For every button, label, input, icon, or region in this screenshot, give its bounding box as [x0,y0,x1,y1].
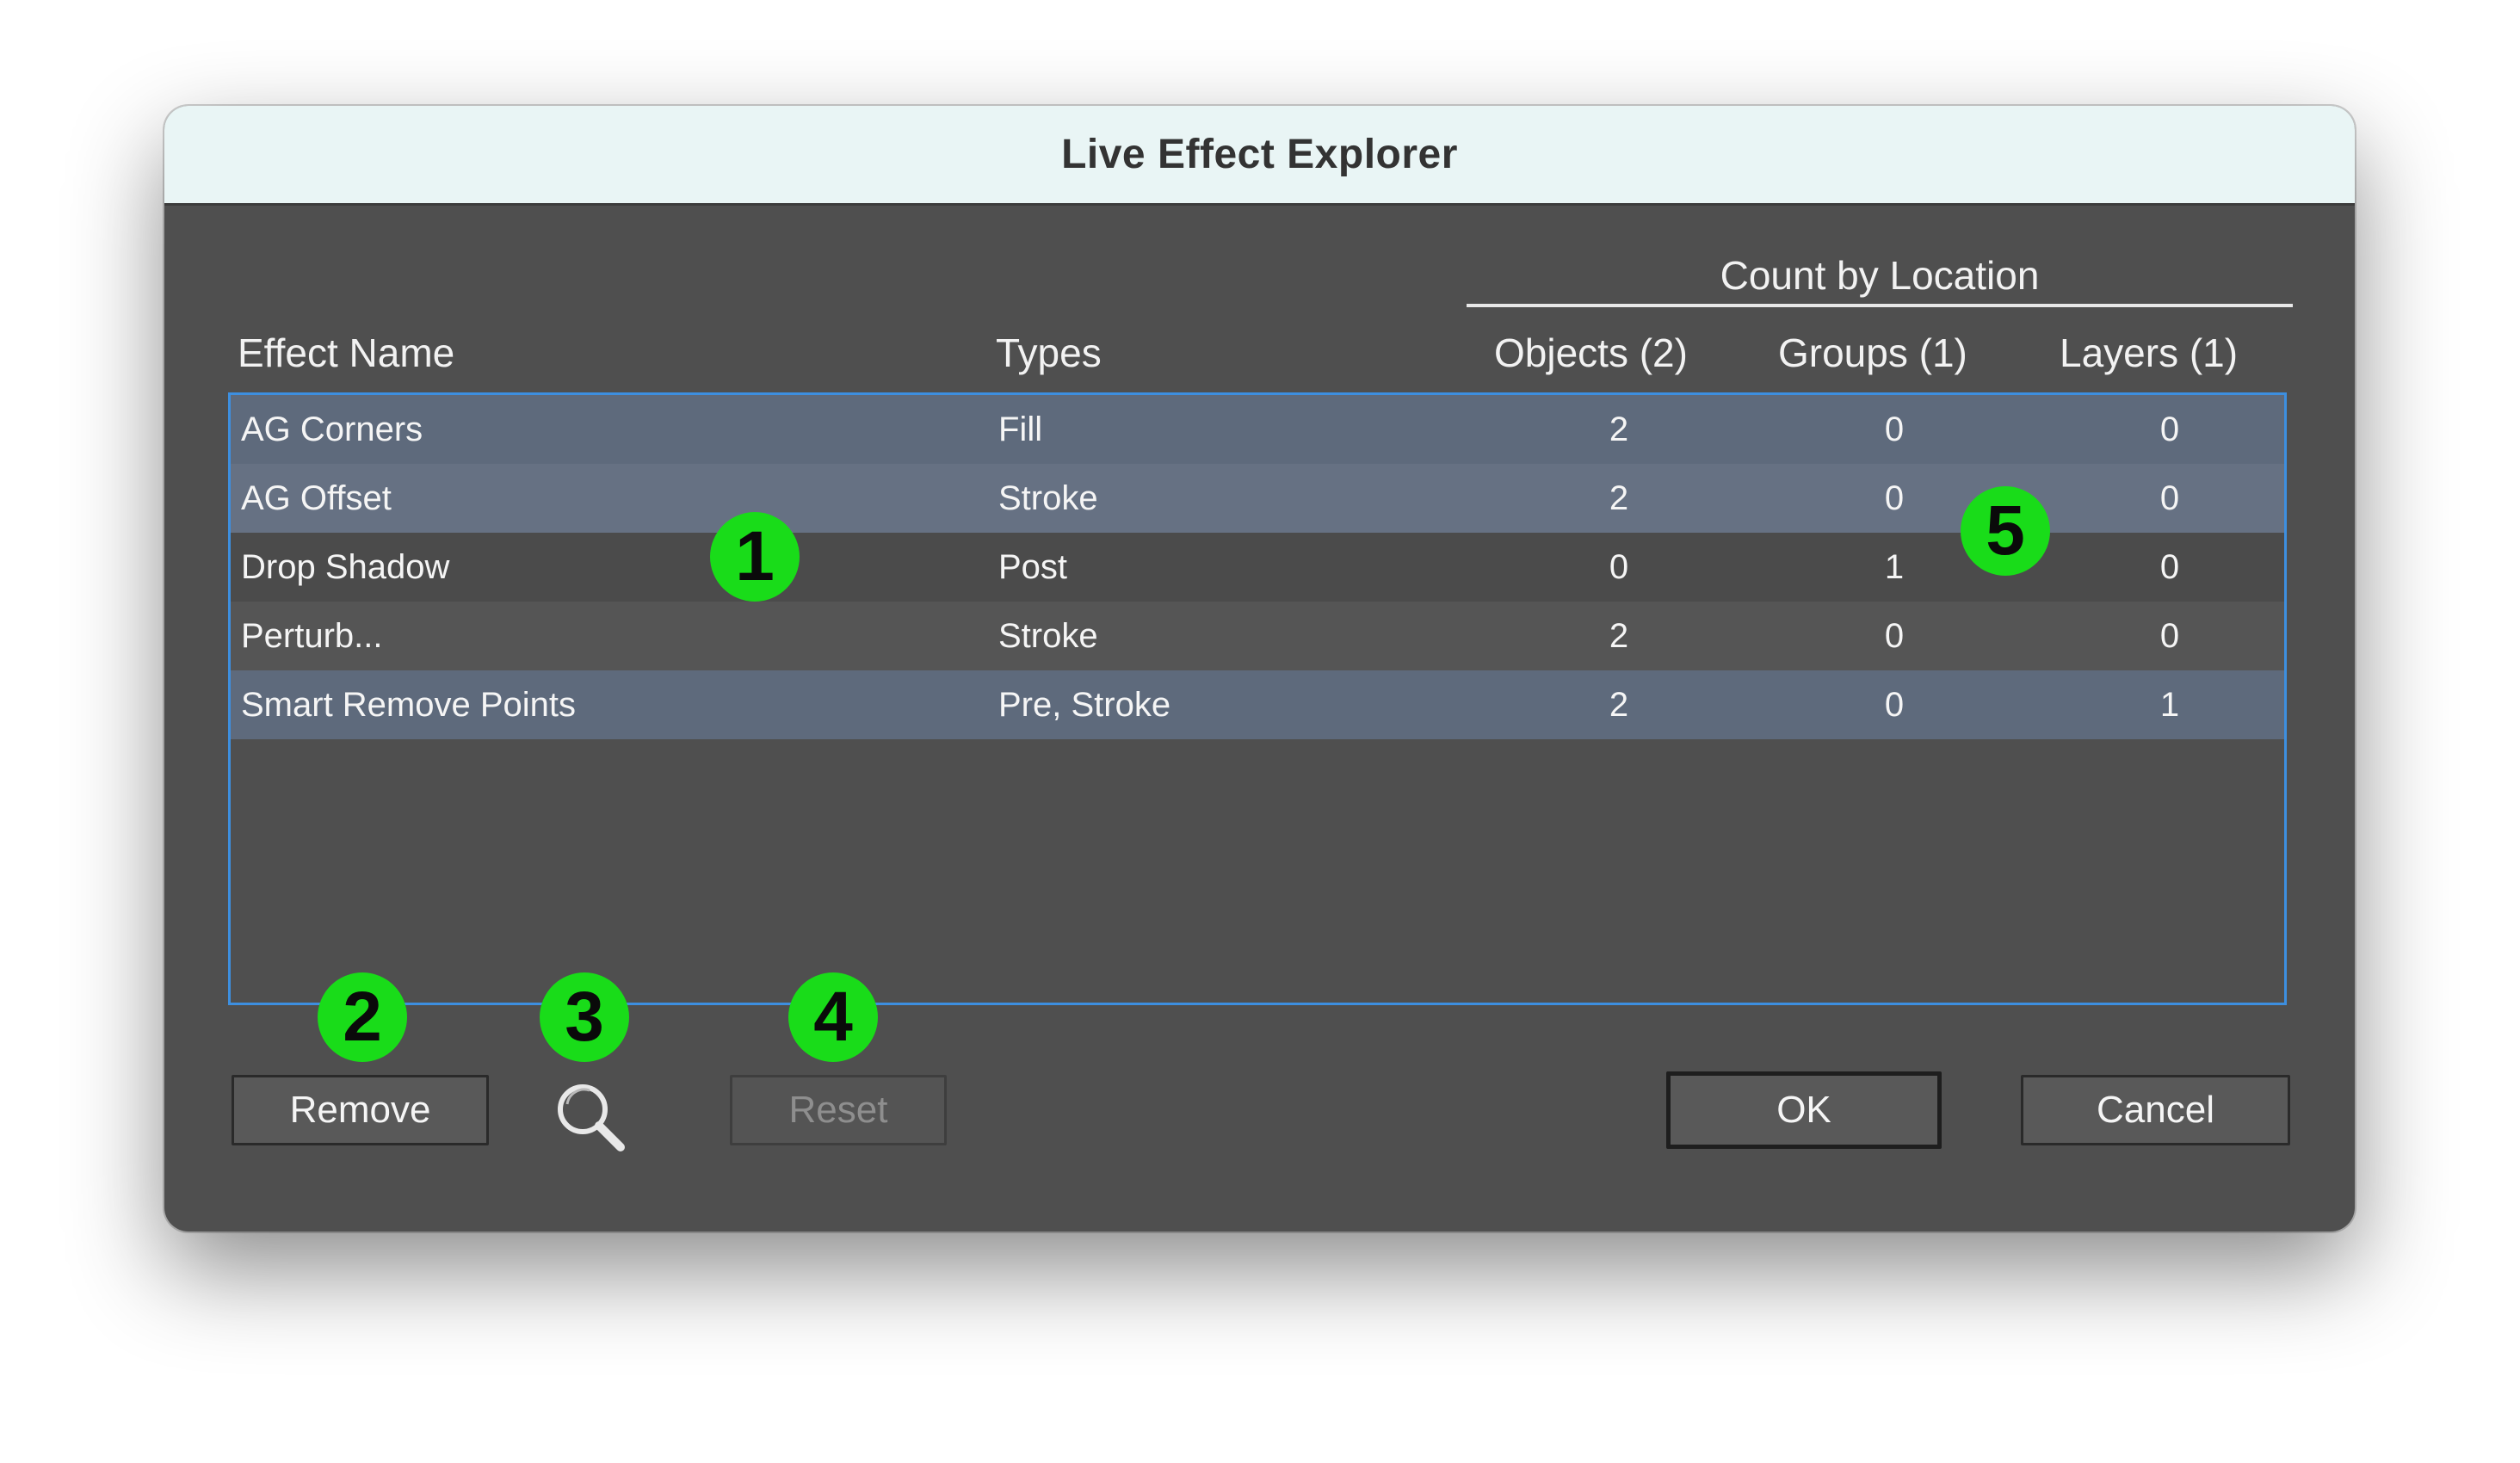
cell-objects: 2 [1609,411,1629,448]
cell-types: Stroke [998,617,1098,655]
cell-types: Stroke [998,479,1098,517]
cell-groups: 0 [1884,411,1905,448]
annotation-marker-4: 4 [788,972,878,1062]
annotation-marker-2: 2 [318,972,407,1062]
annotation-marker-1: 1 [710,512,800,602]
cell-effect-name: AG Corners [241,411,423,448]
magnifier-icon[interactable] [552,1078,629,1156]
title-bar[interactable]: Live Effect Explorer [164,106,2355,206]
cell-groups: 0 [1884,686,1905,724]
cell-objects: 2 [1609,686,1629,724]
ok-button[interactable]: OK [1666,1071,1942,1149]
cell-layers: 0 [2159,479,2180,517]
table-row[interactable]: AG Corners Fill 2 0 0 [231,395,2284,464]
cell-groups: 0 [1884,479,1905,517]
annotation-marker-5: 5 [1961,486,2050,576]
table-row[interactable]: Smart Remove Points Pre, Stroke 2 0 1 [231,670,2284,739]
cell-types: Fill [998,411,1043,448]
live-effect-explorer-dialog: Live Effect Explorer Count by Location E… [164,106,2355,1232]
reset-button[interactable]: Reset [730,1075,947,1145]
cell-effect-name: Perturb... [241,617,383,655]
cell-layers: 1 [2159,686,2180,724]
column-header-layers[interactable]: Layers (1) [2060,330,2238,376]
cell-layers: 0 [2159,548,2180,586]
cancel-button[interactable]: Cancel [2021,1075,2290,1145]
cell-effect-name: Drop Shadow [241,548,450,586]
cell-layers: 0 [2159,617,2180,655]
cell-groups: 0 [1884,617,1905,655]
cell-effect-name: Smart Remove Points [241,686,577,724]
dialog-title: Live Effect Explorer [1061,132,1458,177]
cell-types: Pre, Stroke [998,686,1171,724]
cell-effect-name: AG Offset [241,479,392,517]
effects-table[interactable]: AG Corners Fill 2 0 0 AG Offset Stroke 2… [228,392,2287,1005]
cell-objects: 0 [1609,548,1629,586]
column-header-types[interactable]: Types [996,330,1102,376]
count-by-location-header: Count by Location [1720,253,2040,298]
cell-objects: 2 [1609,479,1629,517]
cell-layers: 0 [2159,411,2180,448]
annotation-marker-3: 3 [540,972,629,1062]
table-row[interactable]: Perturb... Stroke 2 0 0 [231,602,2284,670]
column-header-groups[interactable]: Groups (1) [1778,330,1967,376]
cell-groups: 1 [1884,548,1905,586]
remove-button[interactable]: Remove [232,1075,489,1145]
cell-objects: 2 [1609,617,1629,655]
count-by-location-divider [1467,304,2293,307]
cell-types: Post [998,548,1068,586]
column-header-effect-name[interactable]: Effect Name [238,330,454,376]
column-header-objects[interactable]: Objects (2) [1494,330,1688,376]
